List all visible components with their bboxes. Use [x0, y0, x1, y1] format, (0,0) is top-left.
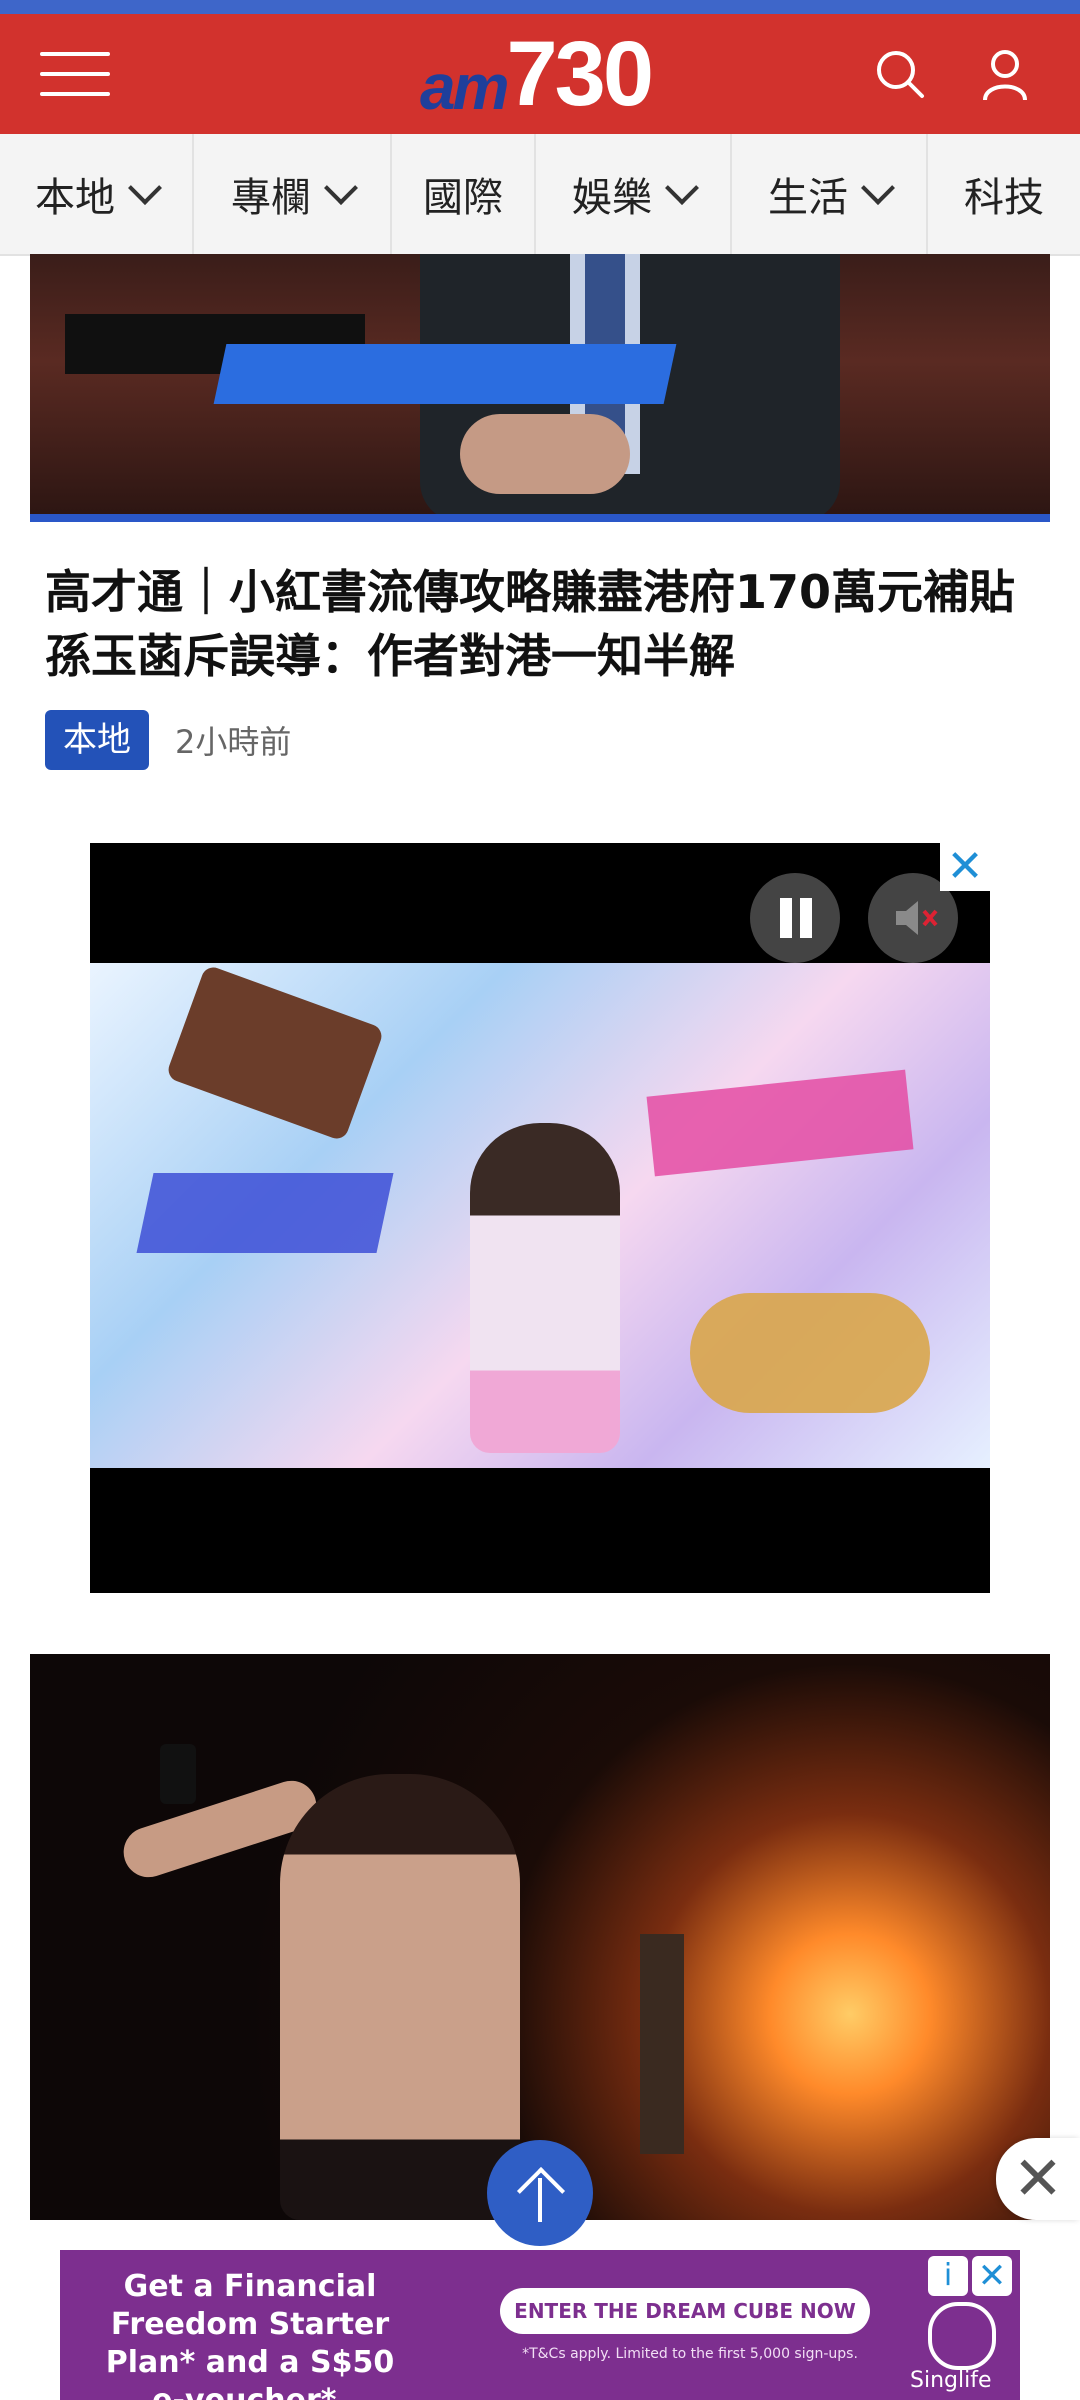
chevron-down-icon — [665, 171, 699, 205]
banner-brand: Singlife — [910, 2368, 992, 2393]
close-icon[interactable]: ✕ — [996, 2138, 1080, 2220]
video-ad[interactable] — [90, 843, 990, 1593]
nav-item-label: 生活 — [768, 175, 848, 221]
nav-item-international[interactable]: 國際 — [392, 134, 536, 254]
nav-item-tech[interactable]: 科技 — [928, 134, 1080, 254]
back-to-top-button[interactable] — [487, 2140, 593, 2246]
nav-item-local[interactable]: 本地 — [0, 134, 194, 254]
timestamp: 2小時前 — [175, 723, 292, 761]
article-image[interactable] — [30, 254, 1050, 522]
nav-item-columns[interactable]: 專欄 — [194, 134, 392, 254]
article-image[interactable] — [30, 1654, 1050, 2220]
banner-ad-text: Get a Financial Freedom Starter Plan* an… — [105, 2269, 395, 2400]
video-frame[interactable] — [90, 963, 990, 1468]
nav-item-label: 本地 — [35, 175, 115, 221]
ad-close-icon[interactable]: ✕ — [940, 843, 990, 891]
site-header: am 730 — [0, 14, 1080, 134]
adchoices-icon[interactable]: i — [928, 2256, 968, 2296]
banner-close-icon[interactable]: ✕ — [972, 2256, 1012, 2296]
nav-item-entertainment[interactable]: 娛樂 — [536, 134, 732, 254]
menu-icon[interactable] — [40, 50, 110, 98]
banner-ad[interactable]: Get a Financial Freedom Starter Plan* an… — [60, 2250, 1020, 2400]
nav-item-label: 娛樂 — [572, 175, 652, 221]
article-headline[interactable]: 高才通｜小紅書流傳攻略賺盡港府170萬元補貼 孫玉菡斥誤導：作者對港一知半解 — [45, 560, 1061, 688]
nav-item-label: 科技 — [964, 175, 1044, 221]
article-meta: 本地 2小時前 — [45, 710, 291, 770]
pause-icon[interactable] — [750, 873, 840, 963]
nav-item-label: 國際 — [423, 175, 503, 221]
banner-fine-print: *T&Cs apply. Limited to the first 5,000 … — [522, 2346, 858, 2362]
chevron-down-icon — [861, 171, 895, 205]
user-icon[interactable] — [975, 44, 1035, 104]
site-logo[interactable]: am 730 — [420, 26, 660, 122]
banner-cta-button[interactable]: ENTER THE DREAM CUBE NOW — [500, 2288, 870, 2334]
chevron-down-icon — [324, 171, 358, 205]
brand-logo-icon — [928, 2302, 996, 2370]
nav-item-lifestyle[interactable]: 生活 — [732, 134, 928, 254]
logo-am: am — [420, 51, 509, 123]
top-accent-bar — [0, 0, 1080, 14]
category-tag[interactable]: 本地 — [45, 710, 149, 770]
logo-730: 730 — [506, 23, 654, 125]
chevron-down-icon — [128, 171, 162, 205]
category-nav: 本地 專欄 國際 娛樂 生活 科技 — [0, 134, 1080, 256]
search-icon[interactable] — [870, 44, 930, 104]
nav-item-label: 專欄 — [231, 175, 311, 221]
